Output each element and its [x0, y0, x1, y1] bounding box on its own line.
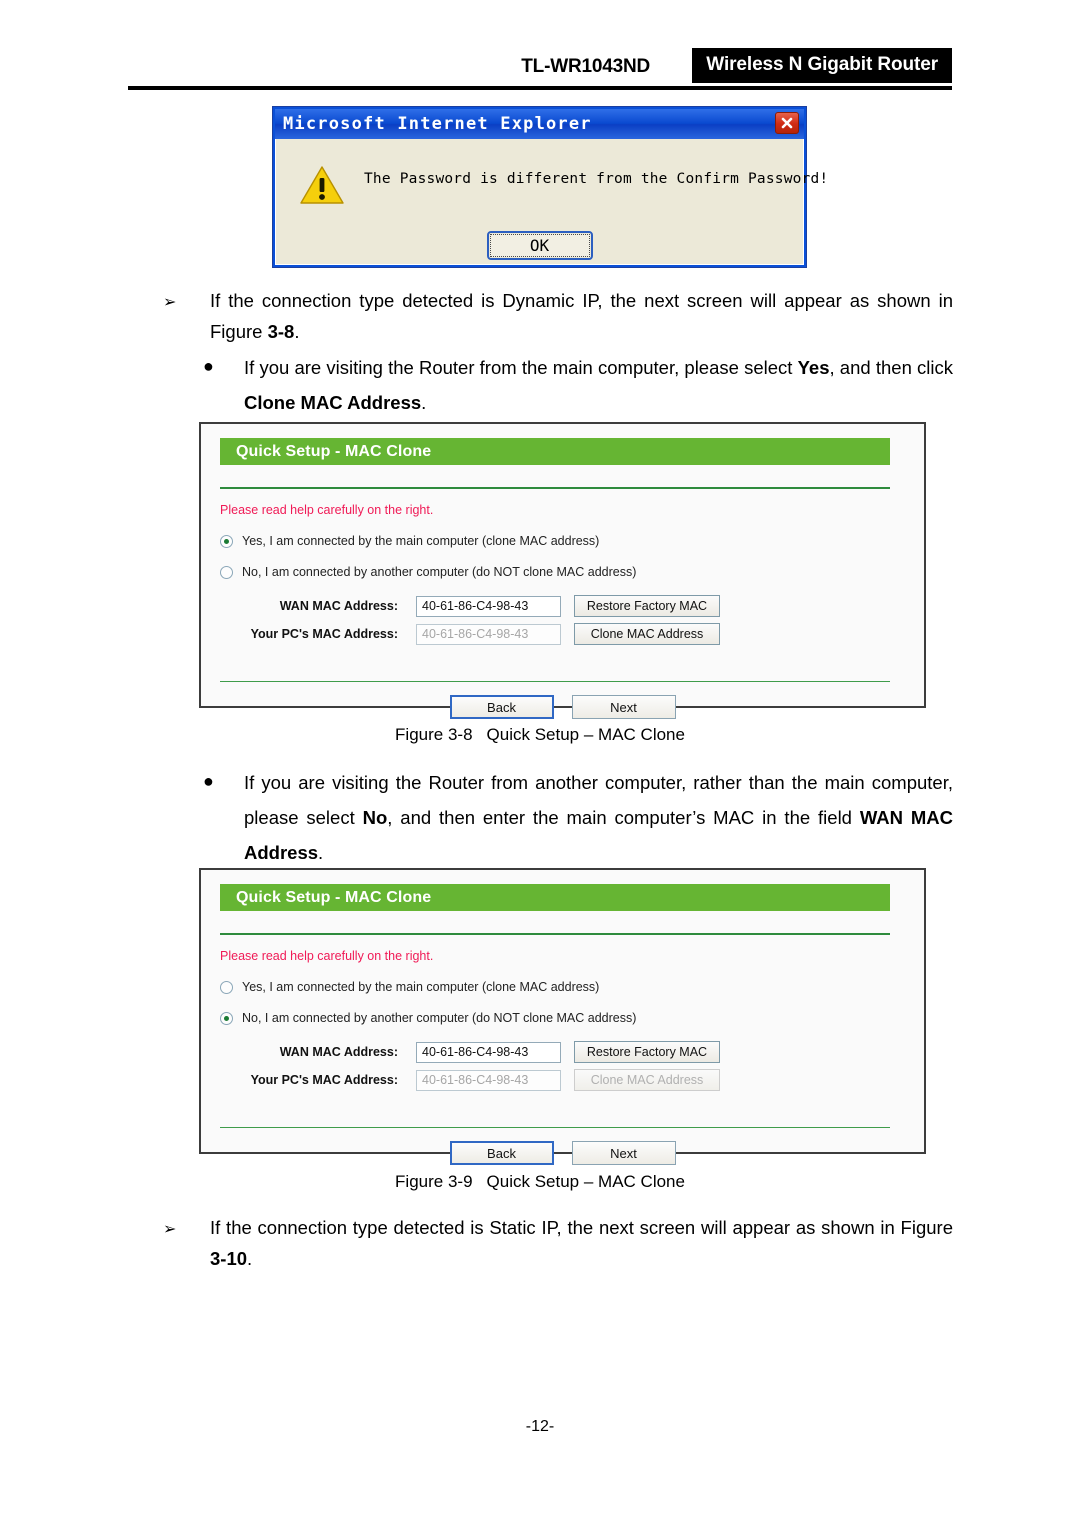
figure-3-8-text: Quick Setup – MAC Clone	[486, 725, 685, 744]
panel-1-bottom-divider	[220, 681, 890, 682]
dialog-body: The Password is different from the Confi…	[275, 139, 829, 265]
dialog-ok-label: OK	[489, 234, 590, 257]
dot-bullet-another-computer-text: If you are visiting the Router from anot…	[244, 765, 953, 870]
panel-2-wan-mac-row: WAN MAC Address: 40-61-86-C4-98-43 Resto…	[220, 1041, 924, 1063]
header-product-badge: Wireless N Gigabit Router	[692, 48, 952, 83]
panel-1-help-text: Please read help carefully on the right.	[220, 503, 434, 517]
dot-bullet-icon: ●	[203, 356, 214, 376]
radio-yes-label: Yes, I am connected by the main computer…	[242, 980, 600, 994]
router-panel-mac-clone-no: Quick Setup - MAC Clone Please read help…	[199, 868, 926, 1165]
wan-mac-label: WAN MAC Address:	[279, 1045, 398, 1059]
text-bold: 3-8	[267, 321, 295, 342]
panel-1-pc-mac-row: Your PC's MAC Address: 40-61-86-C4-98-43…	[220, 623, 924, 645]
panel-1-radio-no-row[interactable]: No, I am connected by another computer (…	[220, 565, 924, 579]
radio-no-icon[interactable]	[220, 565, 233, 579]
dialog-ok-button[interactable]: OK	[486, 231, 593, 260]
wan-mac-label: WAN MAC Address:	[279, 599, 398, 613]
figure-3-9-number: Figure 3-9	[395, 1172, 473, 1191]
panel-1-header: Quick Setup - MAC Clone	[220, 438, 890, 465]
radio-no-label: No, I am connected by another computer (…	[242, 1011, 637, 1025]
panel-2-header: Quick Setup - MAC Clone	[220, 884, 890, 911]
text-seg: If the connection type detected is Dynam…	[210, 290, 953, 342]
dialog-titlebar: Microsoft Internet Explorer	[275, 109, 804, 139]
restore-factory-mac-button[interactable]: Restore Factory MAC	[574, 1041, 720, 1063]
radio-no-icon[interactable]	[220, 1011, 233, 1025]
text-seg: .	[247, 1248, 253, 1269]
pc-mac-label: Your PC's MAC Address:	[250, 627, 398, 641]
text-seg: .	[318, 842, 324, 863]
figure-3-9-caption: Figure 3-9 Quick Setup – MAC Clone	[0, 1172, 1080, 1192]
dialog-title: Microsoft Internet Explorer	[283, 114, 592, 134]
panel-1-nav-row: Back Next	[201, 695, 924, 719]
figure-3-9-text: Quick Setup – MAC Clone	[486, 1172, 685, 1191]
figure-3-8-number: Figure 3-8	[395, 725, 473, 744]
panel-1-divider	[220, 487, 890, 489]
panel-2-radio-yes-row[interactable]: Yes, I am connected by the main computer…	[220, 980, 924, 994]
panel-1-radio-yes-row[interactable]: Yes, I am connected by the main computer…	[220, 534, 924, 548]
radio-no-label: No, I am connected by another computer (…	[242, 565, 637, 579]
arrow-bullet-icon: ➢	[163, 1221, 177, 1238]
text-bold-clone-mac-address: Clone MAC Address	[244, 392, 422, 413]
text-bold-yes: Yes	[797, 357, 830, 378]
text-bold: 3-10	[210, 1248, 248, 1269]
dot-bullet-main-computer: ● If you are visiting the Router from th…	[203, 350, 953, 420]
close-icon[interactable]	[775, 112, 799, 134]
text-seg: If the connection type detected is Stati…	[210, 1217, 953, 1238]
panel-2-nav-row: Back Next	[201, 1141, 924, 1165]
pc-mac-label: Your PC's MAC Address:	[250, 1073, 398, 1087]
next-button[interactable]: Next	[571, 695, 676, 719]
dot-bullet-icon: ●	[203, 771, 214, 791]
text-bold-no: No	[362, 807, 388, 828]
header-model-name: TL-WR1043ND	[521, 56, 650, 77]
page-number: -12-	[525, 1418, 555, 1435]
figure-3-8-caption: Figure 3-8 Quick Setup – MAC Clone	[0, 725, 1080, 745]
dot-bullet-main-computer-text: If you are visiting the Router from the …	[244, 350, 953, 420]
clone-mac-address-button[interactable]: Clone MAC Address	[574, 623, 720, 645]
panel-2-radio-no-row[interactable]: No, I am connected by another computer (…	[220, 1011, 924, 1025]
arrow-bullet-static-ip: ➢ If the connection type detected is Sta…	[163, 1212, 953, 1274]
panel-1-title: Quick Setup - MAC Clone	[236, 442, 432, 460]
panel-2-divider	[220, 933, 890, 935]
internet-explorer-dialog: Microsoft Internet Explorer The Password…	[273, 107, 829, 267]
panel-2-help-text: Please read help carefully on the right.	[220, 949, 434, 963]
arrow-bullet-dynamic-ip: ➢ If the connection type detected is Dyn…	[163, 285, 953, 347]
text-seg: .	[421, 392, 427, 413]
arrow-bullet-dynamic-ip-text: If the connection type detected is Dynam…	[210, 285, 953, 347]
arrow-bullet-icon: ➢	[163, 294, 177, 311]
text-seg: .	[294, 321, 300, 342]
panel-2-pc-mac-row: Your PC's MAC Address: 40-61-86-C4-98-43…	[220, 1069, 924, 1091]
header-rule	[128, 86, 952, 90]
panel-2-bottom-divider	[220, 1127, 890, 1128]
text-seg: , and then enter the main computer’s MAC…	[387, 807, 860, 828]
text-seg: , and then click	[829, 357, 954, 378]
router-panel-mac-clone-yes: Quick Setup - MAC Clone Please read help…	[199, 422, 926, 719]
pc-mac-input: 40-61-86-C4-98-43	[416, 1069, 561, 1091]
back-button[interactable]: Back	[449, 1141, 554, 1165]
next-button[interactable]: Next	[571, 1141, 676, 1165]
clone-mac-address-button: Clone MAC Address	[574, 1069, 720, 1091]
warning-triangle-icon	[300, 165, 344, 205]
panel-2-title: Quick Setup - MAC Clone	[236, 888, 432, 906]
radio-yes-label: Yes, I am connected by the main computer…	[242, 534, 600, 548]
text-seg: If you are visiting the Router from the …	[244, 357, 798, 378]
dot-bullet-another-computer: ● If you are visiting the Router from an…	[203, 765, 953, 870]
wan-mac-input[interactable]: 40-61-86-C4-98-43	[416, 595, 561, 617]
dialog-message: The Password is different from the Confi…	[364, 171, 829, 187]
arrow-bullet-static-ip-text: If the connection type detected is Stati…	[210, 1212, 953, 1274]
radio-yes-icon[interactable]	[220, 534, 233, 548]
wan-mac-input[interactable]: 40-61-86-C4-98-43	[416, 1041, 561, 1063]
restore-factory-mac-button[interactable]: Restore Factory MAC	[574, 595, 720, 617]
radio-yes-icon[interactable]	[220, 980, 233, 994]
pc-mac-input: 40-61-86-C4-98-43	[416, 623, 561, 645]
panel-1-wan-mac-row: WAN MAC Address: 40-61-86-C4-98-43 Resto…	[220, 595, 924, 617]
back-button[interactable]: Back	[449, 695, 554, 719]
